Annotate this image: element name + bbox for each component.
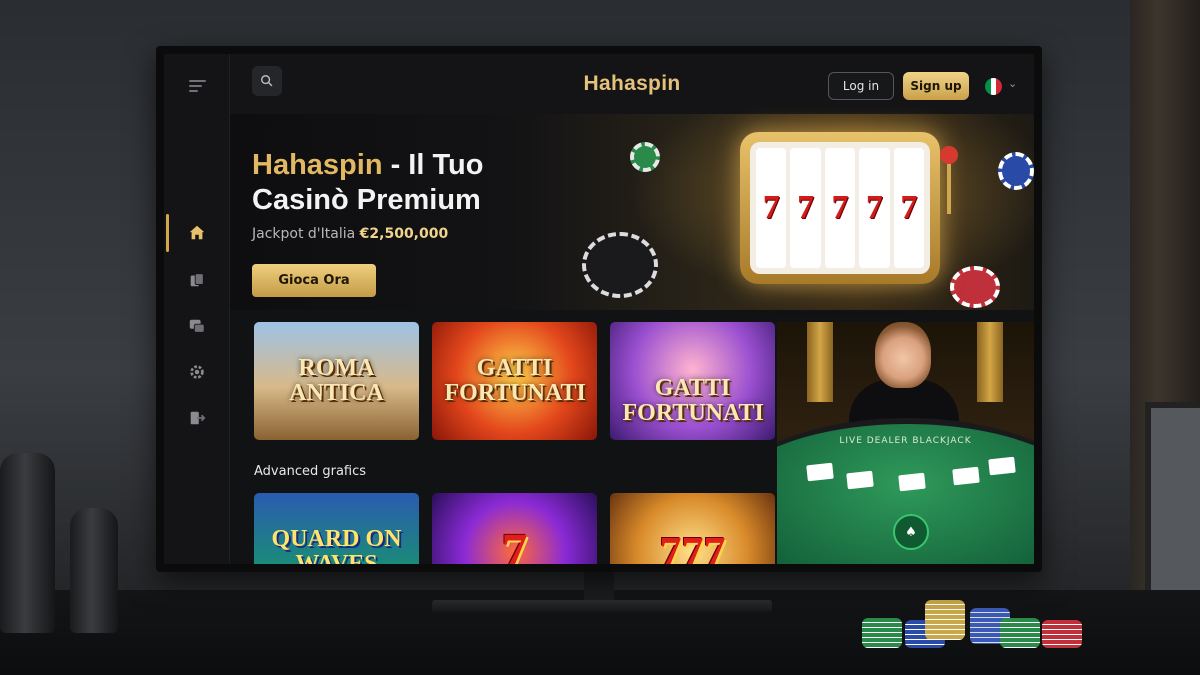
poker-chip-stack [1000, 618, 1040, 648]
playing-card [952, 466, 980, 486]
sidebar-item-home[interactable] [182, 218, 212, 248]
jackpot-label: Jackpot d'Italia [252, 226, 356, 242]
game-title: QUARD ON WAVES [271, 526, 402, 565]
game-title: 777 [659, 527, 726, 564]
slot-reel: 7 [859, 148, 890, 268]
game-title: 7 [501, 523, 528, 564]
game-tile-gatti-fortunati[interactable]: GATTI FORTUNATI [432, 322, 597, 440]
curtain [807, 322, 833, 402]
chevron-down-icon[interactable]: ⌄ [1008, 77, 1017, 90]
playing-card [898, 472, 926, 492]
chat-icon [189, 319, 205, 333]
home-icon [189, 225, 205, 240]
vase [70, 508, 118, 633]
table-label: LIVE DEALER BLACKJACK [839, 436, 972, 446]
playing-card [988, 456, 1016, 476]
playing-card [846, 470, 874, 490]
slot-reel: 7 [756, 148, 787, 268]
poker-chip-icon [998, 152, 1034, 190]
game-tile-roma-antica[interactable]: ROMA ANTICA [254, 322, 419, 440]
slot-reel: 7 [893, 148, 925, 268]
vase [0, 453, 55, 633]
gear-icon [190, 365, 204, 379]
game-title: ROMA ANTICA [289, 355, 384, 406]
sidebar-item-games[interactable] [182, 265, 212, 295]
exit-icon [190, 411, 206, 425]
cards-icon [190, 273, 204, 287]
slot-machine-illustration: 7 7 7 7 7 [740, 132, 940, 284]
game-tile-seven[interactable]: 7 [432, 493, 597, 564]
poker-chip-stack [862, 618, 902, 648]
playing-card [806, 462, 834, 482]
jackpot-value: €2,500,000 [359, 226, 449, 242]
sidebar-item-logout[interactable] [182, 403, 212, 433]
section-title: Advanced grafics [254, 464, 367, 479]
sidebar-item-settings[interactable] [182, 357, 212, 387]
game-tile-quard-on-waves[interactable]: QUARD ON WAVES [254, 493, 419, 564]
poker-chip-stack [925, 600, 965, 640]
slot-reel: 7 [824, 148, 856, 268]
signup-button[interactable]: Sign up [903, 72, 969, 100]
game-title: GATTI FORTUNATI [444, 355, 586, 406]
poker-chip-icon [630, 142, 660, 172]
play-now-button[interactable]: Gioca Ora [252, 264, 376, 297]
menu-icon [188, 80, 206, 92]
curtain [977, 322, 1003, 402]
tv-stand-base [432, 600, 772, 614]
poker-chip-icon [582, 232, 658, 298]
hero-title-brand: Hahaspin [252, 149, 383, 181]
slot-lever-knob [940, 146, 958, 164]
live-dealer-panel[interactable]: LIVE DEALER BLACKJACK ♠ [777, 322, 1034, 564]
hero-banner: Hahaspin - Il Tuo Casinò Premium Jackpot… [230, 114, 1034, 310]
game-tile-triple-seven[interactable]: 777 [610, 493, 775, 564]
poker-chip-stack [1042, 620, 1082, 648]
menu-button[interactable] [182, 71, 212, 101]
sidebar [164, 54, 230, 564]
cards-icon[interactable]: ♠ [893, 514, 929, 550]
picture-frame [1145, 402, 1200, 602]
slot-reel: 7 [790, 148, 821, 268]
dealer-figure [875, 322, 931, 388]
sidebar-item-live[interactable] [182, 311, 212, 341]
poker-chip-icon [950, 266, 1000, 308]
game-title: GATTI FORTUNATI [622, 375, 764, 426]
television: Hahaspin Log in Sign up ⌄ Hahaspin - Il … [156, 46, 1042, 572]
hero-title: Hahaspin - Il Tuo Casinò Premium [252, 148, 582, 218]
top-bar: Hahaspin Log in Sign up ⌄ [230, 54, 1034, 114]
login-button[interactable]: Log in [828, 72, 894, 100]
casino-app-screen: Hahaspin Log in Sign up ⌄ Hahaspin - Il … [164, 54, 1034, 564]
slot-reels: 7 7 7 7 7 [750, 142, 930, 274]
game-tile-gatti-fortunati[interactable]: GATTI FORTUNATI [610, 322, 775, 440]
jackpot-line: Jackpot d'Italia €2,500,000 [252, 226, 448, 242]
italy-flag-icon[interactable] [985, 78, 1002, 95]
active-indicator [166, 214, 169, 252]
